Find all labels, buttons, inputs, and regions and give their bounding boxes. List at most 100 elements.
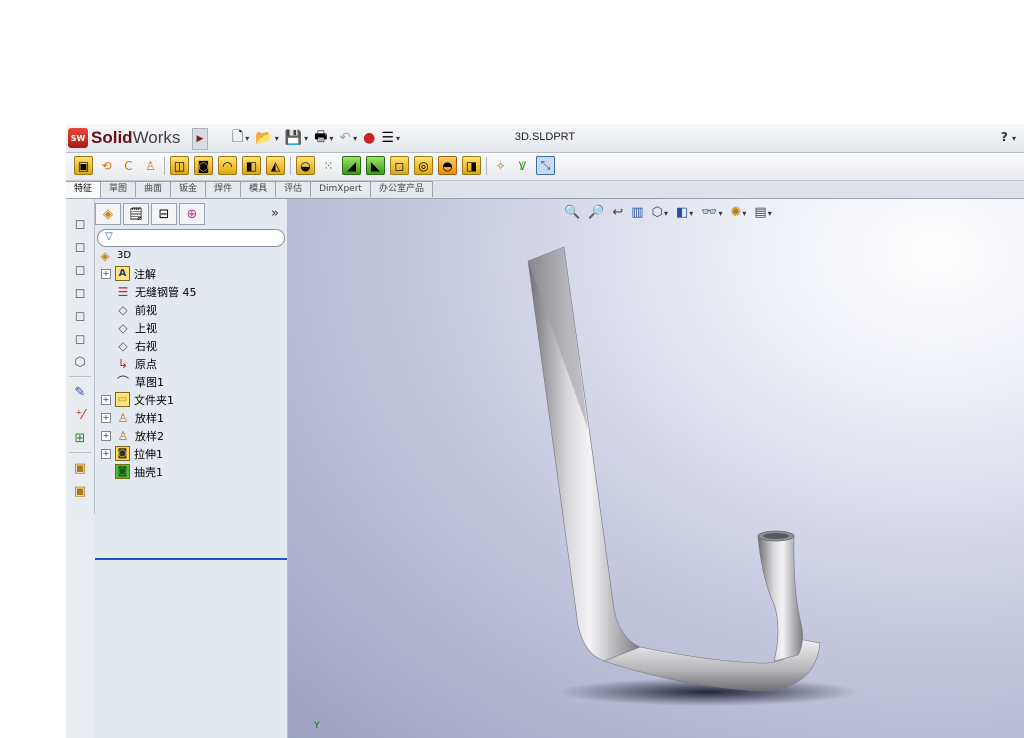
expand-plus-icon[interactable]: + (101, 394, 111, 405)
hole-wizard-icon[interactable]: ◙ (194, 156, 213, 175)
expand-panel-icon[interactable]: » (271, 206, 279, 221)
sketch-icon: ⌒ (116, 375, 129, 389)
pipe-left-arm (527, 246, 641, 662)
tab-office-products[interactable]: 办公室产品 (369, 181, 433, 197)
tab-sheet-metal[interactable]: 钣金 (170, 181, 207, 197)
pipe-right-arm (757, 534, 803, 662)
folder-icon: ▭ (115, 392, 130, 407)
axis-y-label: Y (314, 721, 320, 731)
tree-root-label: 3D (117, 250, 132, 261)
tree-item[interactable]: ◙ 抽壳1 (101, 463, 163, 480)
tree-item[interactable]: + ♙ 放样2 (101, 427, 164, 444)
tree-item[interactable]: ↳ 原点 (101, 355, 157, 372)
sweep-icon[interactable]: C (120, 157, 137, 174)
feature-manager-panel: ◈ 🗒 ⊟ ⊕ » ▽ ◈ 3D + A 注解 ☰ 无缝钢管 45 ◇ 前视 ◇ 上视 ◇ 右视 ↳ 原… (95, 199, 288, 738)
expand-plus-icon[interactable]: + (101, 268, 111, 279)
draft-icon[interactable]: ◣ (366, 156, 385, 175)
part-icon: ◈ (100, 248, 110, 263)
tab-mold-tools[interactable]: 模具 (240, 181, 277, 197)
document-title: 3D.SLDPRT (514, 131, 576, 143)
filter-input[interactable]: ▽ (97, 229, 285, 247)
fillet-icon[interactable]: ◒ (296, 156, 315, 175)
tree-item[interactable]: ☰ 无缝钢管 45 (101, 283, 197, 300)
part-icon: ◈ (103, 206, 113, 222)
tab-features[interactable]: 特征 (66, 181, 102, 198)
tree-item-label: 放样1 (135, 411, 164, 425)
tree-root[interactable]: ◈ 3D (97, 247, 131, 264)
tree-item[interactable]: + A 注解 (101, 265, 156, 282)
revolved-cut-icon[interactable]: ◠ (218, 156, 237, 175)
tree-item-label: 无缝钢管 45 (135, 285, 197, 299)
tree-item[interactable]: ◇ 上视 (101, 319, 157, 336)
tree-item-label: 抽壳1 (134, 465, 163, 479)
reference-geometry-icon[interactable]: ✧ (492, 157, 509, 174)
bottom-view-icon[interactable]: ◻ (71, 330, 89, 348)
rib-icon[interactable]: ◢ (342, 156, 361, 175)
solidworks-window: SW SolidWorks ▶ 🗋 ▾ 📂 ▾ 💾 ▾ 🖶 ▾ ↶ ▾ ● ☰ ▾ 3D.S… (66, 124, 1024, 738)
plane-icon: ◇ (118, 338, 128, 353)
configuration-manager-tab[interactable]: ⊟ (151, 203, 177, 225)
right-view-icon[interactable]: ◻ (71, 284, 89, 302)
tab-weldments[interactable]: 焊件 (205, 181, 242, 197)
tree-item[interactable]: ◇ 前视 (101, 301, 157, 318)
isometric-view-icon[interactable]: ⬡ (71, 353, 89, 371)
swept-cut-icon[interactable]: ◧ (242, 156, 261, 175)
dome-icon[interactable]: ◓ (438, 156, 457, 175)
tab-surfaces[interactable]: 曲面 (135, 181, 172, 197)
extruded-cut-icon[interactable]: ◫ (170, 156, 189, 175)
tree-item[interactable]: ◇ 右视 (101, 337, 157, 354)
help-button[interactable]: ? ▾ (1001, 130, 1016, 144)
features-tool-2-icon[interactable]: ▣ (71, 482, 89, 500)
tree-item[interactable]: ⌒ 草图1 (101, 373, 164, 390)
extruded-boss-icon[interactable]: ▣ (74, 156, 93, 175)
tab-dimxpert[interactable]: DimXpert (310, 181, 371, 197)
expand-plus-icon[interactable]: + (101, 430, 111, 441)
feature-tree-tab[interactable]: ◈ (95, 203, 121, 225)
tree-item-label: 前视 (135, 303, 157, 317)
revolve-icon[interactable]: ⟲ (98, 157, 115, 174)
sketch-tool-icon[interactable]: ✎ (71, 383, 89, 401)
tree-item-label: 放样2 (135, 429, 164, 443)
expand-plus-icon[interactable]: + (101, 412, 111, 423)
graphics-area[interactable]: 🔍 🔎 ↩ ▥ ⬡▾ ◧▾ 👓▾ ✺▾ ▤▾ Y (288, 199, 1024, 738)
tab-sketch[interactable]: 草图 (100, 181, 137, 197)
chevron-down-icon[interactable]: ▾ (1012, 134, 1016, 143)
features-tool-icon[interactable]: ▣ (71, 459, 89, 477)
loft-icon: ♙ (117, 410, 129, 425)
wrap-icon[interactable]: ◎ (414, 156, 433, 175)
origin-icon: ↳ (117, 356, 129, 371)
tree-item-label: 注解 (134, 267, 156, 281)
top-view-icon[interactable]: ◻ (71, 307, 89, 325)
pipe-right-opening-inner (763, 533, 789, 539)
instant3d-icon[interactable]: ⤡ (536, 156, 555, 175)
left-view-icon[interactable]: ◻ (71, 261, 89, 279)
material-icon: ☰ (117, 284, 129, 299)
3d-pipe-model (527, 246, 858, 706)
mirror-icon[interactable]: ◨ (462, 156, 481, 175)
tree-item[interactable]: + ▭ 文件夹1 (101, 391, 174, 408)
tree-item-label: 草图1 (135, 375, 164, 389)
shell-tool-icon[interactable]: ◻ (390, 156, 409, 175)
feature-manager-tabs: ◈ 🗒 ⊟ ⊕ » (95, 203, 287, 225)
loft-boss-icon[interactable]: ♙ (142, 157, 159, 174)
plane-icon: ◇ (118, 302, 128, 317)
lofted-cut-icon[interactable]: ◭ (266, 156, 285, 175)
tree-item[interactable]: + ♙ 放样1 (101, 409, 164, 426)
expand-plus-icon[interactable]: + (101, 448, 111, 459)
view-toolbar: ◻ ◻ ◻ ◻ ◻ ◻ ⬡ ✎ ⁺⁄ ⊞ ▣ ▣ (66, 199, 95, 514)
rollback-bar[interactable] (95, 558, 287, 560)
property-manager-tab[interactable]: 🗒 (123, 203, 149, 225)
tab-evaluate[interactable]: 评估 (275, 181, 312, 197)
curves-icon[interactable]: Ꝟ (514, 157, 531, 174)
smart-dimension-icon[interactable]: ⁺⁄ (71, 406, 89, 424)
pattern-icon[interactable]: ⁙ (320, 157, 337, 174)
front-view-icon[interactable]: ◻ (71, 215, 89, 233)
help-icon: ? (1000, 130, 1008, 144)
back-view-icon[interactable]: ◻ (71, 238, 89, 256)
tree-item[interactable]: + ◙ 拉伸1 (101, 445, 163, 462)
relations-icon[interactable]: ⊞ (71, 429, 89, 447)
dimxpert-manager-tab[interactable]: ⊕ (179, 203, 205, 225)
target-icon: ⊕ (186, 206, 198, 222)
annotation-icon: A (115, 266, 130, 281)
command-tabs: 特征 草图 曲面 钣金 焊件 模具 评估 DimXpert 办公室产品 (66, 181, 1024, 199)
